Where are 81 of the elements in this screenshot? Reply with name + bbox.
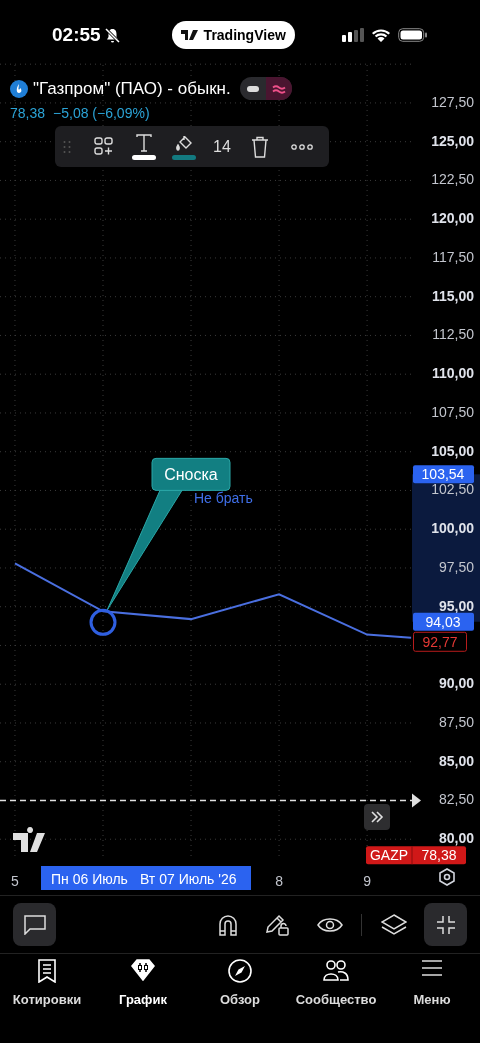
price-axis-label: 102,50 (431, 481, 474, 498)
grid-plus-icon (93, 137, 113, 156)
price-axis-label: 122,50 (431, 171, 474, 188)
price-axis-label: 95,00 (438, 597, 474, 614)
price-axis-label: 85,00 (438, 752, 474, 769)
price-axis-label: 107,50 (431, 403, 474, 420)
price-axis-label: 80,00 (438, 830, 474, 847)
color-swatch (172, 154, 196, 160)
exit-fullscreen-button[interactable] (424, 903, 467, 946)
time-axis-label: 5 (11, 873, 19, 889)
minus-icon (246, 85, 259, 92)
nav-tab[interactable]: График (95, 959, 191, 1009)
price-axis-label: 97,50 (438, 558, 474, 575)
horizontal-ray[interactable] (0, 793, 421, 808)
price-axis-label: 120,00 (431, 210, 474, 227)
color-swatch (132, 154, 156, 160)
price-axis-label: 87,50 (438, 713, 474, 730)
battery-icon (398, 28, 428, 42)
time-range-label: Пн 06 Июль Вт 07 Июль '26 (41, 866, 251, 890)
price-axis-label: 100,00 (431, 520, 474, 537)
price-axis-label: 105,00 (431, 442, 474, 459)
text-icon (136, 133, 152, 152)
price-label: 92,77 (413, 631, 467, 652)
symbol-price-tag: GAZP 78,38 (366, 845, 466, 865)
toggle-segment[interactable] (265, 77, 292, 101)
comment-button[interactable] (13, 903, 56, 946)
scroll-to-latest-button[interactable] (364, 804, 390, 830)
font-size-button[interactable]: 14 (213, 134, 231, 159)
people-icon (323, 959, 349, 981)
price-axis-label: 110,00 (431, 365, 474, 382)
anchor-handle[interactable] (89, 608, 117, 636)
bookmark-list-icon (37, 959, 57, 983)
pencil-lock-icon (265, 912, 291, 937)
app-pill[interactable]: TradingView (171, 21, 295, 49)
compass-icon (228, 959, 252, 983)
nav-tab[interactable]: Меню (384, 959, 480, 1009)
wifi-icon (371, 28, 391, 42)
layers-button[interactable] (381, 913, 407, 936)
price-axis-label: 82,50 (438, 791, 474, 808)
nav-tab[interactable]: Сообщество (288, 959, 384, 1009)
price-axis-label: 90,00 (438, 675, 474, 692)
price-axis-label: 115,00 (431, 287, 474, 304)
visibility-button[interactable] (317, 916, 343, 933)
templates-button[interactable] (93, 136, 113, 157)
nav-tab[interactable]: Котировки (0, 959, 95, 1009)
app-name: TradingView (203, 25, 286, 45)
eye-icon (317, 916, 343, 933)
last-price: 78,38 (10, 104, 46, 123)
time-axis-label: 8 (275, 873, 283, 889)
chat-icon (23, 914, 46, 935)
flame-logo-icon (10, 79, 28, 98)
lock-drawings-button[interactable] (265, 912, 291, 937)
logo-icon (13, 827, 45, 852)
signal-icon (342, 28, 364, 42)
price-axis-label: 125,00 (431, 132, 474, 149)
drag-handle-icon[interactable] (63, 139, 71, 154)
candlestick-gem-icon (131, 959, 155, 981)
trash-icon (250, 135, 269, 158)
delete-button[interactable] (250, 135, 269, 158)
more-button[interactable] (290, 143, 313, 150)
clock-time: 02:55 (52, 22, 101, 47)
menu-icon (421, 959, 443, 977)
price-axis-label: 112,50 (432, 326, 474, 343)
nav-tab[interactable]: Обзор (192, 959, 288, 1009)
magnet-icon (218, 913, 238, 936)
magnet-button[interactable] (218, 913, 238, 936)
more-icon (290, 143, 313, 150)
bell-slash-icon (103, 26, 121, 44)
time-axis-label: 9 (363, 873, 371, 889)
logo-icon (180, 30, 198, 40)
settings-icon[interactable] (439, 868, 455, 886)
price-axis-label: 117,50 (432, 248, 474, 265)
price-label: 103,54 (413, 465, 474, 484)
double-chevron-icon (370, 811, 384, 823)
paint-bucket-icon (175, 133, 193, 152)
symbol-title[interactable]: "Газпром" (ПАО) - обыкн. (33, 76, 231, 102)
price-change: −5,08 (−6,09%) (53, 104, 150, 123)
layers-icon (381, 913, 407, 936)
wave-icon (271, 83, 286, 94)
collapse-icon (435, 914, 456, 935)
price-axis-label: 127,50 (431, 93, 474, 110)
